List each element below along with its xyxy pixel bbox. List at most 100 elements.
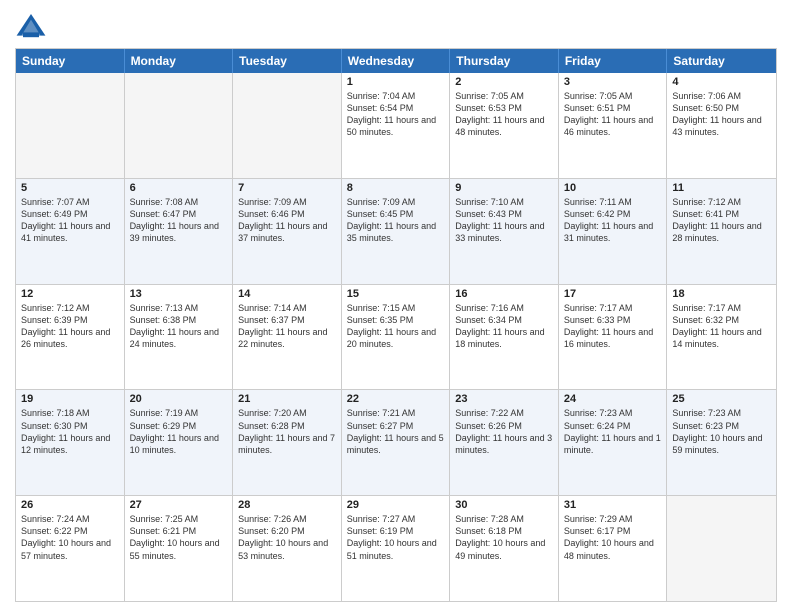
day-number: 29 [347, 499, 445, 511]
day-number: 28 [238, 499, 336, 511]
calendar-cell-day-18: 18Sunrise: 7:17 AM Sunset: 6:32 PM Dayli… [667, 285, 776, 390]
calendar-cell-day-29: 29Sunrise: 7:27 AM Sunset: 6:19 PM Dayli… [342, 496, 451, 601]
day-number: 6 [130, 182, 228, 194]
calendar-cell-day-25: 25 Sunrise: 7:23 AM Sunset: 6:23 PM Dayli… [667, 390, 776, 495]
day-number: 23 [455, 393, 553, 405]
cell-info: Sunrise: 7:04 AM Sunset: 6:54 PM Dayligh… [347, 90, 445, 139]
calendar-cell-day-9: 9Sunrise: 7:10 AM Sunset: 6:43 PM Daylig… [450, 179, 559, 284]
day-number: 30 [455, 499, 553, 511]
header [15, 10, 777, 42]
day-number: 2 [455, 76, 553, 88]
cell-info: Sunrise: 7:05 AM Sunset: 6:51 PM Dayligh… [564, 90, 662, 139]
calendar-cell-day-26: 26Sunrise: 7:24 AM Sunset: 6:22 PM Dayli… [16, 496, 125, 601]
cell-info: Sunrise: 7:17 AM Sunset: 6:32 PM Dayligh… [672, 302, 771, 351]
calendar-cell-day-12: 12 Sunrise: 7:12 AM Sunset: 6:39 PM Dayli… [16, 285, 125, 390]
calendar-row-4: 19Sunrise: 7:18 AM Sunset: 6:30 PM Dayli… [16, 390, 776, 496]
day-number: 24 [564, 393, 662, 405]
calendar-cell-day-31: 31Sunrise: 7:29 AM Sunset: 6:17 PM Dayli… [559, 496, 668, 601]
cell-info: Sunrise: 7:14 AM Sunset: 6:37 PM Dayligh… [238, 302, 336, 351]
cell-info: Sunrise: 7:09 AM Sunset: 6:46 PM Dayligh… [238, 196, 336, 245]
calendar-cell-day-2: 2 Sunrise: 7:05 AM Sunset: 6:53 PM Daylig… [450, 73, 559, 178]
cell-info: Sunrise: 7:24 AM Sunset: 6:22 PM Dayligh… [21, 513, 119, 562]
day-number: 14 [238, 288, 336, 300]
cell-info: Sunrise: 7:20 AM Sunset: 6:28 PM Dayligh… [238, 407, 336, 456]
calendar-cell-day-28: 28 Sunrise: 7:26 AM Sunset: 6:20 PM Dayli… [233, 496, 342, 601]
calendar-cell-day-10: 10 Sunrise: 7:11 AM Sunset: 6:42 PM Dayli… [559, 179, 668, 284]
cell-info: Sunrise: 7:13 AM Sunset: 6:38 PM Dayligh… [130, 302, 228, 351]
calendar-body: 1 Sunrise: 7:04 AM Sunset: 6:54 PM Daylig… [16, 73, 776, 601]
day-number: 4 [672, 76, 771, 88]
day-number: 20 [130, 393, 228, 405]
calendar-cell-day-30: 30 Sunrise: 7:28 AM Sunset: 6:18 PM Dayli… [450, 496, 559, 601]
day-number: 8 [347, 182, 445, 194]
calendar: SundayMondayTuesdayWednesdayThursdayFrid… [15, 48, 777, 602]
calendar-header-row: SundayMondayTuesdayWednesdayThursdayFrid… [16, 49, 776, 73]
calendar-cell-day-20: 20 Sunrise: 7:19 AM Sunset: 6:29 PM Dayli… [125, 390, 234, 495]
calendar-row-2: 5Sunrise: 7:07 AM Sunset: 6:49 PM Daylig… [16, 179, 776, 285]
day-number: 31 [564, 499, 662, 511]
calendar-cell-day-5: 5Sunrise: 7:07 AM Sunset: 6:49 PM Daylig… [16, 179, 125, 284]
day-number: 7 [238, 182, 336, 194]
calendar-cell-empty [667, 496, 776, 601]
calendar-cell-day-17: 17 Sunrise: 7:17 AM Sunset: 6:33 PM Dayli… [559, 285, 668, 390]
calendar-cell-day-13: 13Sunrise: 7:13 AM Sunset: 6:38 PM Dayli… [125, 285, 234, 390]
logo-icon [15, 10, 47, 42]
day-number: 22 [347, 393, 445, 405]
calendar-cell-day-8: 8 Sunrise: 7:09 AM Sunset: 6:45 PM Daylig… [342, 179, 451, 284]
day-number: 10 [564, 182, 662, 194]
cell-info: Sunrise: 7:05 AM Sunset: 6:53 PM Dayligh… [455, 90, 553, 139]
day-number: 5 [21, 182, 119, 194]
calendar-cell-day-6: 6 Sunrise: 7:08 AM Sunset: 6:47 PM Daylig… [125, 179, 234, 284]
day-number: 1 [347, 76, 445, 88]
cell-info: Sunrise: 7:12 AM Sunset: 6:41 PM Dayligh… [672, 196, 771, 245]
cell-info: Sunrise: 7:12 AM Sunset: 6:39 PM Dayligh… [21, 302, 119, 351]
cell-info: Sunrise: 7:15 AM Sunset: 6:35 PM Dayligh… [347, 302, 445, 351]
calendar-header-sunday: Sunday [16, 49, 125, 73]
calendar-cell-day-4: 4 Sunrise: 7:06 AM Sunset: 6:50 PM Daylig… [667, 73, 776, 178]
calendar-cell-day-3: 3 Sunrise: 7:05 AM Sunset: 6:51 PM Daylig… [559, 73, 668, 178]
calendar-header-monday: Monday [125, 49, 234, 73]
calendar-cell-empty [125, 73, 234, 178]
calendar-cell-day-15: 15Sunrise: 7:15 AM Sunset: 6:35 PM Dayli… [342, 285, 451, 390]
calendar-header-thursday: Thursday [450, 49, 559, 73]
calendar-header-tuesday: Tuesday [233, 49, 342, 73]
calendar-cell-day-11: 11 Sunrise: 7:12 AM Sunset: 6:41 PM Dayli… [667, 179, 776, 284]
calendar-cell-day-21: 21 Sunrise: 7:20 AM Sunset: 6:28 PM Dayli… [233, 390, 342, 495]
calendar-cell-day-14: 14 Sunrise: 7:14 AM Sunset: 6:37 PM Dayli… [233, 285, 342, 390]
calendar-header-friday: Friday [559, 49, 668, 73]
day-number: 16 [455, 288, 553, 300]
calendar-cell-day-24: 24 Sunrise: 7:23 AM Sunset: 6:24 PM Dayli… [559, 390, 668, 495]
cell-info: Sunrise: 7:28 AM Sunset: 6:18 PM Dayligh… [455, 513, 553, 562]
cell-info: Sunrise: 7:09 AM Sunset: 6:45 PM Dayligh… [347, 196, 445, 245]
cell-info: Sunrise: 7:16 AM Sunset: 6:34 PM Dayligh… [455, 302, 553, 351]
cell-info: Sunrise: 7:25 AM Sunset: 6:21 PM Dayligh… [130, 513, 228, 562]
logo [15, 10, 51, 42]
calendar-row-5: 26Sunrise: 7:24 AM Sunset: 6:22 PM Dayli… [16, 496, 776, 601]
calendar-cell-day-22: 22 Sunrise: 7:21 AM Sunset: 6:27 PM Dayli… [342, 390, 451, 495]
calendar-cell-day-19: 19Sunrise: 7:18 AM Sunset: 6:30 PM Dayli… [16, 390, 125, 495]
cell-info: Sunrise: 7:23 AM Sunset: 6:24 PM Dayligh… [564, 407, 662, 456]
cell-info: Sunrise: 7:19 AM Sunset: 6:29 PM Dayligh… [130, 407, 228, 456]
day-number: 11 [672, 182, 771, 194]
day-number: 21 [238, 393, 336, 405]
calendar-cell-day-27: 27Sunrise: 7:25 AM Sunset: 6:21 PM Dayli… [125, 496, 234, 601]
calendar-cell-empty [16, 73, 125, 178]
day-number: 19 [21, 393, 119, 405]
cell-info: Sunrise: 7:26 AM Sunset: 6:20 PM Dayligh… [238, 513, 336, 562]
day-number: 25 [672, 393, 771, 405]
calendar-cell-day-1: 1 Sunrise: 7:04 AM Sunset: 6:54 PM Daylig… [342, 73, 451, 178]
calendar-row-1: 1 Sunrise: 7:04 AM Sunset: 6:54 PM Daylig… [16, 73, 776, 179]
day-number: 17 [564, 288, 662, 300]
day-number: 12 [21, 288, 119, 300]
cell-info: Sunrise: 7:17 AM Sunset: 6:33 PM Dayligh… [564, 302, 662, 351]
cell-info: Sunrise: 7:23 AM Sunset: 6:23 PM Dayligh… [672, 407, 771, 456]
calendar-header-saturday: Saturday [667, 49, 776, 73]
cell-info: Sunrise: 7:22 AM Sunset: 6:26 PM Dayligh… [455, 407, 553, 456]
page: SundayMondayTuesdayWednesdayThursdayFrid… [0, 0, 792, 612]
cell-info: Sunrise: 7:11 AM Sunset: 6:42 PM Dayligh… [564, 196, 662, 245]
day-number: 3 [564, 76, 662, 88]
cell-info: Sunrise: 7:06 AM Sunset: 6:50 PM Dayligh… [672, 90, 771, 139]
cell-info: Sunrise: 7:08 AM Sunset: 6:47 PM Dayligh… [130, 196, 228, 245]
calendar-header-wednesday: Wednesday [342, 49, 451, 73]
cell-info: Sunrise: 7:21 AM Sunset: 6:27 PM Dayligh… [347, 407, 445, 456]
